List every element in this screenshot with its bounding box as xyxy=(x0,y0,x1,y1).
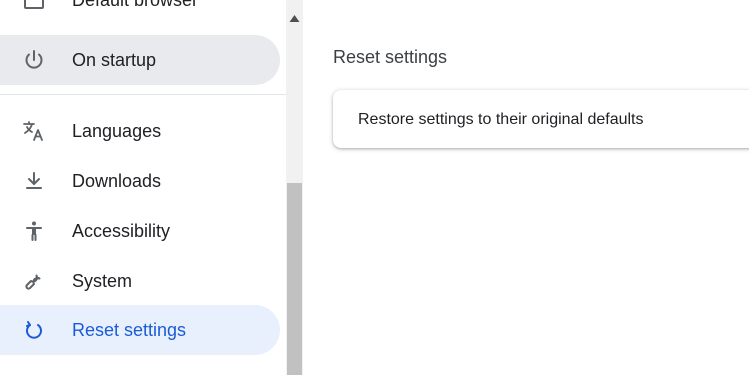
restore-defaults-row[interactable]: Restore settings to their original defau… xyxy=(358,90,643,148)
sidebar-item-downloads[interactable]: Downloads xyxy=(0,156,280,206)
sidebar-item-label: On startup xyxy=(72,50,157,70)
download-icon xyxy=(22,169,46,193)
sidebar-item-label: Accessibility xyxy=(72,221,171,241)
sidebar-divider xyxy=(0,94,286,95)
sidebar-item-default-browser[interactable]: Default browser xyxy=(0,0,280,25)
sidebar-item-languages[interactable]: Languages xyxy=(0,106,280,156)
settings-main-panel: Reset settings Restore settings to their… xyxy=(304,0,749,375)
sidebar-item-system[interactable]: System xyxy=(0,256,280,306)
settings-sidebar: Default browser On startup Languages Dow… xyxy=(0,0,286,375)
sidebar-item-accessibility[interactable]: Accessibility xyxy=(0,206,280,256)
power-icon xyxy=(22,48,46,72)
translate-icon xyxy=(22,119,46,143)
sidebar-item-label: Default browser xyxy=(72,0,199,10)
browser-window-icon xyxy=(22,0,46,12)
scrollbar-thumb[interactable] xyxy=(287,183,302,375)
sidebar-item-reset-settings[interactable]: Reset settings xyxy=(0,305,280,355)
sidebar-scrollbar[interactable] xyxy=(286,0,303,375)
sidebar-item-label: Languages xyxy=(72,121,162,141)
sidebar-item-on-startup[interactable]: On startup xyxy=(0,35,280,85)
reset-icon xyxy=(22,318,46,342)
sidebar-item-label: Downloads xyxy=(72,171,162,191)
wrench-icon xyxy=(22,269,46,293)
sidebar-item-label: System xyxy=(72,271,133,291)
sidebar-item-label: Reset settings xyxy=(72,320,187,340)
reset-settings-card: Restore settings to their original defau… xyxy=(333,90,749,148)
scroll-up-arrow-icon[interactable] xyxy=(286,0,303,36)
section-title: Reset settings xyxy=(333,47,448,67)
accessibility-icon xyxy=(22,219,46,243)
